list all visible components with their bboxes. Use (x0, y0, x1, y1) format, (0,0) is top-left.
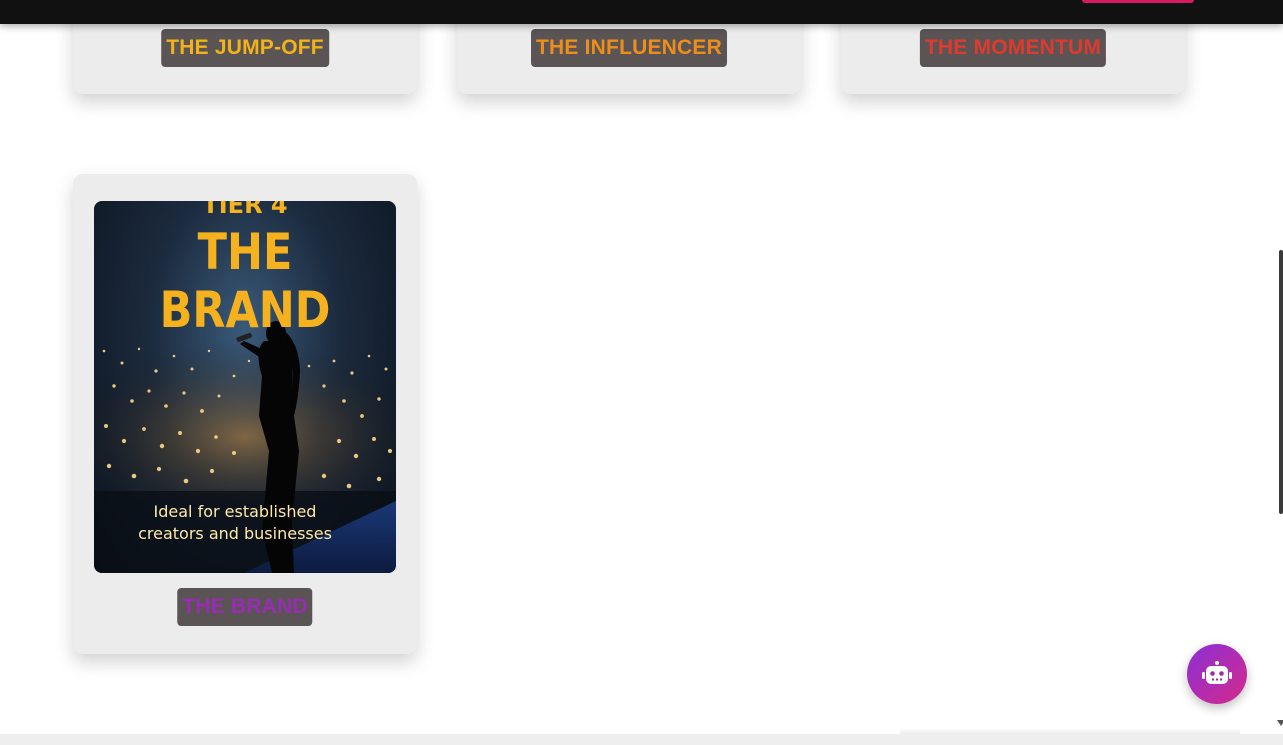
tier-label-jump-off: THE JUMP-OFF (161, 29, 329, 67)
scrollbar-thumb[interactable] (1279, 250, 1283, 514)
chatbot-button[interactable] (1187, 644, 1247, 704)
footer-strip (0, 734, 1283, 745)
tier-label-momentum: THE MOMENTUM (919, 29, 1107, 67)
poster-caption-line-1: Ideal for established (153, 502, 317, 521)
poster-title: THE BRAND (159, 223, 331, 339)
poster-caption: Ideal for established creators and busin… (94, 501, 376, 545)
tier-label-brand: THE BRAND (177, 588, 313, 626)
tier-poster-image: TIER 4 THE BRAND Ideal for established c… (94, 201, 396, 573)
top-navigation-bar (0, 0, 1283, 24)
robot-icon (1202, 661, 1232, 684)
poster-tier-text: TIER 4 (202, 201, 288, 219)
tier-card-brand[interactable]: TIER 4 THE BRAND Ideal for established c… (73, 174, 417, 654)
nav-accent-button[interactable] (1082, 0, 1194, 3)
poster-caption-line-2: creators and businesses (138, 524, 332, 543)
scroll-down-arrow-icon[interactable] (1277, 720, 1283, 726)
tier-label-influencer: THE INFLUENCER (531, 29, 727, 67)
